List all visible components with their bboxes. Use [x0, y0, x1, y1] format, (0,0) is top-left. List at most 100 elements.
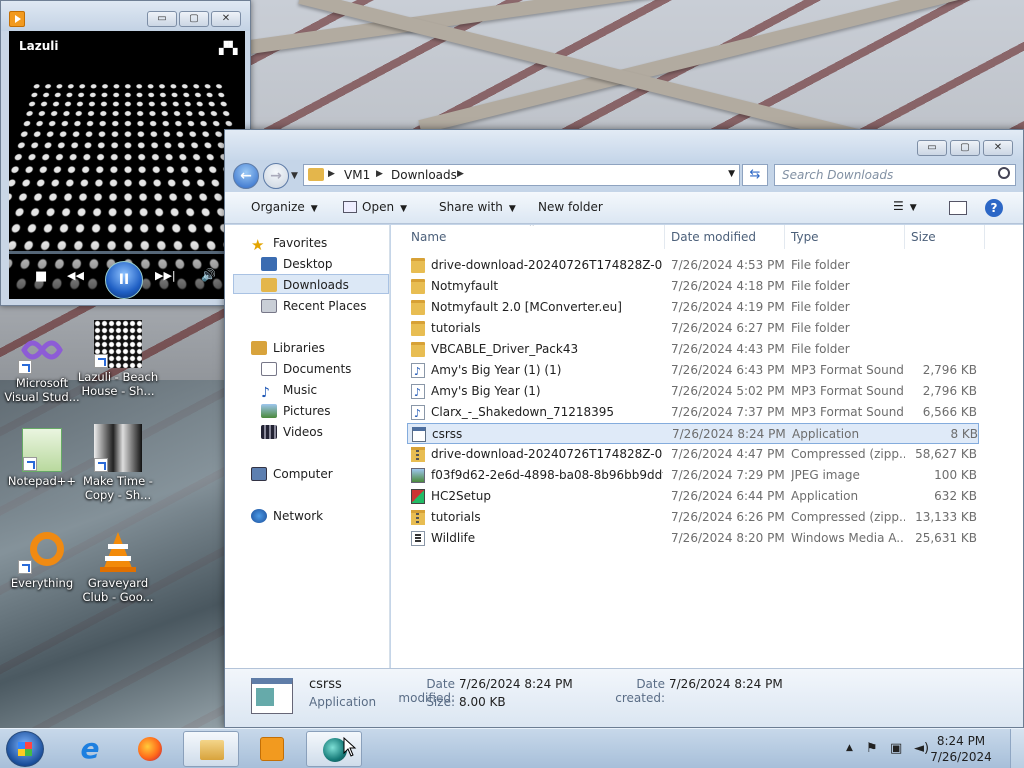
taskbar: e ▲ ⚑ ▣ ◄) 8:24 PM 7/26/2024	[0, 728, 1024, 768]
recent-pages-dropdown-icon[interactable]: ▼	[291, 171, 298, 181]
file-row[interactable]: tutorials 7/26/2024 6:26 PM Compressed (zi…	[407, 507, 979, 528]
nav-computer[interactable]: Computer	[251, 464, 333, 484]
shortcut-arrow-icon	[18, 360, 32, 374]
chevron-right-icon[interactable]: ▶	[457, 169, 464, 179]
nav-recent-places[interactable]: Recent Places	[261, 296, 366, 316]
file-row[interactable]: Notmyfault 2.0 [MConverter.eu] 7/26/2024 …	[407, 297, 979, 318]
nav-documents[interactable]: Documents	[261, 359, 351, 379]
file-row[interactable]: tutorials 7/26/2024 6:27 PM File folder	[407, 318, 979, 339]
zip-file-icon	[411, 447, 425, 462]
share-with-button[interactable]: Share with ▼	[439, 200, 516, 214]
desktop-icon-visual-studio[interactable]: Microsoft Visual Stud...	[0, 330, 84, 404]
desktop-icon-graveyard-club[interactable]: Graveyard Club - Goo...	[76, 530, 160, 604]
refresh-button[interactable]: ⇆	[742, 164, 768, 186]
open-button[interactable]: Open ▼	[343, 200, 407, 214]
search-icon[interactable]	[998, 167, 1010, 179]
network-tray-icon[interactable]: ▣	[890, 741, 902, 756]
desktop-icon-make-time[interactable]: Make Time - Copy - Sh...	[76, 424, 160, 502]
nav-network[interactable]: Network	[251, 506, 323, 526]
file-row[interactable]: f03f9d62-2e6d-4898-ba08-8b96bb9ddf39 7/26…	[407, 465, 979, 486]
file-row[interactable]: Amy's Big Year (1) (1) 7/26/2024 6:43 PM M…	[407, 360, 979, 381]
nav-label: Desktop	[283, 257, 333, 271]
new-folder-button[interactable]: New folder	[538, 200, 603, 214]
back-button[interactable]: ←	[233, 163, 259, 189]
breadcrumb-vm1[interactable]: VM1	[344, 168, 370, 182]
explorer-minimize-button[interactable]: ▭	[917, 140, 947, 156]
file-row[interactable]: csrss 7/26/2024 8:24 PM Application 8 KB	[407, 423, 979, 444]
organize-button[interactable]: Organize ▼	[251, 200, 318, 214]
explorer-close-button[interactable]: ✕	[983, 140, 1013, 156]
forward-button[interactable]: →	[263, 163, 289, 189]
taskbar-firefox[interactable]	[122, 731, 178, 767]
help-icon[interactable]: ?	[985, 199, 1003, 217]
file-name: Notmyfault	[431, 276, 663, 297]
file-name: f03f9d62-2e6d-4898-ba08-8b96bb9ddf39	[431, 465, 663, 486]
file-size: 58,627 KB	[905, 444, 977, 465]
column-header-type[interactable]: Type	[785, 225, 905, 249]
stop-button[interactable]: ■	[35, 269, 47, 284]
nav-music[interactable]: ♪ Music	[261, 380, 317, 400]
file-row[interactable]: Amy's Big Year (1) 7/26/2024 5:02 PM MP3 F…	[407, 381, 979, 402]
fullscreen-icon[interactable]: ▞▚	[219, 41, 235, 55]
details-pane: csrss Application Date modified: 7/26/20…	[225, 668, 1023, 727]
chevron-right-icon[interactable]: ▶	[376, 169, 383, 179]
volume-icon[interactable]: 🔊	[201, 268, 216, 282]
sort-ascending-icon: ⌃	[528, 225, 536, 233]
file-size: 8 KB	[906, 424, 978, 445]
file-list[interactable]: Name ⌃ Date modified Type Size drive-dow…	[391, 225, 1023, 668]
desktop-icon-everything[interactable]: Everything	[0, 530, 84, 590]
file-row[interactable]: HC2Setup 7/26/2024 6:44 PM Application 632 …	[407, 486, 979, 507]
desktop-icon-lazuli[interactable]: Lazuli - Beach House - Sh...	[76, 320, 160, 398]
chevron-right-icon[interactable]: ▶	[328, 169, 335, 179]
player-minimize-button[interactable]: ▭	[147, 11, 177, 27]
video-area[interactable]: Lazuli ▞▚ ■ ◀◀ II ▶▶| 🔊	[9, 31, 245, 299]
pause-button[interactable]: II	[105, 261, 143, 299]
file-row[interactable]: drive-download-20240726T174828Z-001 7/26/…	[407, 255, 979, 276]
nav-label: Music	[283, 383, 317, 397]
player-close-button[interactable]: ✕	[211, 11, 241, 27]
nav-videos[interactable]: Videos	[261, 422, 323, 442]
player-maximize-button[interactable]: ▢	[179, 11, 209, 27]
taskbar-media-player[interactable]	[244, 731, 300, 767]
nav-desktop[interactable]: Desktop	[261, 254, 333, 274]
show-hidden-icons-button[interactable]: ▲	[846, 743, 853, 753]
file-row[interactable]: Wildlife 7/26/2024 8:20 PM Windows Media A…	[407, 528, 979, 549]
explorer-titlebar[interactable]: ▭ ▢ ✕	[225, 130, 1023, 160]
shortcut-arrow-icon	[94, 458, 108, 472]
taskbar-internet-explorer[interactable]: e	[62, 731, 118, 767]
show-desktop-button[interactable]	[1010, 729, 1024, 768]
seek-bar[interactable]	[9, 251, 245, 254]
file-date-modified: 7/26/2024 8:24 PM	[672, 424, 790, 445]
nav-libraries[interactable]: Libraries	[251, 338, 325, 358]
previous-button[interactable]: ◀◀	[67, 269, 84, 282]
address-bar[interactable]: ▶ VM1 ▶ Downloads ▶ ▼	[303, 164, 740, 186]
file-row[interactable]: drive-download-20240726T174828Z-001 7/26/…	[407, 444, 979, 465]
file-date-modified: 7/26/2024 6:43 PM	[671, 360, 789, 381]
address-dropdown-icon[interactable]: ▼	[728, 169, 735, 179]
next-button[interactable]: ▶▶|	[155, 269, 176, 282]
media-player-window[interactable]: ▭ ▢ ✕ Lazuli ▞▚ ■ ◀◀ II ▶▶| 🔊	[0, 0, 251, 306]
column-header-date[interactable]: Date modified	[665, 225, 785, 249]
search-input[interactable]: Search Downloads	[774, 164, 1016, 186]
nav-pictures[interactable]: Pictures	[261, 401, 331, 421]
nav-downloads[interactable]: Downloads	[233, 274, 389, 294]
file-row[interactable]: VBCABLE_Driver_Pack43 7/26/2024 4:43 PM Fi…	[407, 339, 979, 360]
folder-file-icon	[411, 258, 425, 273]
player-titlebar[interactable]: ▭ ▢ ✕	[1, 1, 250, 31]
preview-pane-icon[interactable]	[949, 201, 967, 215]
breadcrumb-downloads[interactable]: Downloads	[391, 168, 457, 182]
start-button[interactable]	[6, 731, 44, 767]
file-row[interactable]: Notmyfault 7/26/2024 4:18 PM File folder	[407, 276, 979, 297]
clock[interactable]: 8:24 PM 7/26/2024	[926, 733, 996, 765]
file-row[interactable]: Clarx_-_Shakedown_71218395 7/26/2024 7:37…	[407, 402, 979, 423]
explorer-maximize-button[interactable]: ▢	[950, 140, 980, 156]
change-view-button[interactable]: ☰ ▼	[893, 199, 929, 217]
desktop-icon-notepadpp[interactable]: Notepad++	[0, 428, 84, 488]
file-type: File folder	[791, 318, 905, 339]
nav-favorites[interactable]: ★ Favorites	[251, 233, 327, 253]
explorer-window[interactable]: ▭ ▢ ✕ ← → ▼ ▶ VM1 ▶ Downloads ▶ ▼ ⇆ Sear…	[224, 129, 1024, 728]
action-center-flag-icon[interactable]: ⚑	[866, 741, 878, 756]
setup-file-icon	[411, 489, 425, 504]
taskbar-windows-explorer[interactable]	[183, 731, 239, 767]
column-header-size[interactable]: Size	[905, 225, 985, 249]
